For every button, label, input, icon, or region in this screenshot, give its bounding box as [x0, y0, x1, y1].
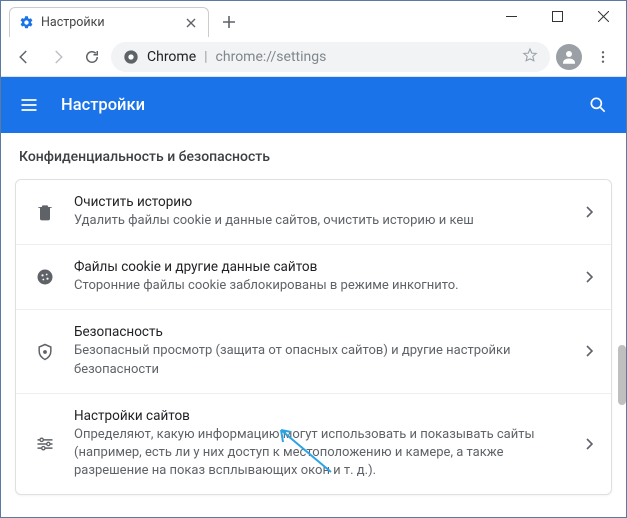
chevron-right-icon — [585, 203, 593, 222]
row-title: Очистить историю — [74, 194, 567, 210]
kebab-menu-icon[interactable] — [588, 42, 618, 72]
row-text: Очистить историю Удалить файлы cookie и … — [74, 194, 567, 230]
section-title: Конфиденциальность и безопасность — [19, 149, 612, 165]
sliders-icon — [34, 434, 56, 454]
hamburger-icon[interactable] — [17, 95, 41, 115]
profile-avatar[interactable] — [554, 42, 584, 72]
trash-icon — [34, 202, 56, 222]
forward-button[interactable] — [43, 42, 73, 72]
chevron-right-icon — [585, 342, 593, 361]
new-tab-button[interactable] — [215, 8, 243, 36]
url-separator: | — [204, 49, 207, 65]
row-clear-history[interactable]: Очистить историю Удалить файлы cookie и … — [16, 180, 611, 244]
cookie-icon — [34, 267, 56, 287]
page-title: Настройки — [61, 96, 586, 115]
chrome-logo-icon — [123, 49, 139, 65]
close-button[interactable] — [580, 1, 626, 31]
privacy-card: Очистить историю Удалить файлы cookie и … — [15, 179, 612, 495]
content-area: Настройки Конфиденциальность и безопасно… — [1, 77, 626, 517]
chevron-right-icon — [585, 435, 593, 454]
row-security[interactable]: Безопасность Безопасный просмотр (защита… — [16, 309, 611, 392]
search-icon[interactable] — [586, 95, 610, 115]
maximize-button[interactable] — [534, 1, 580, 31]
tab-title: Настройки — [41, 15, 177, 30]
gear-icon — [18, 15, 34, 31]
address-bar[interactable]: Chrome | chrome://settings — [111, 42, 550, 72]
browser-window: Настройки — [0, 0, 627, 518]
row-subtitle: Определяют, какую информацию могут испол… — [74, 426, 567, 481]
bookmark-star-icon[interactable] — [522, 47, 538, 67]
tab-settings[interactable]: Настройки — [9, 7, 209, 37]
settings-header: Настройки — [1, 77, 626, 133]
shield-icon — [34, 342, 56, 362]
row-cookies[interactable]: Файлы cookie и другие данные сайтов Стор… — [16, 244, 611, 309]
chevron-right-icon — [585, 268, 593, 287]
row-subtitle: Сторонние файлы cookie заблокированы в р… — [74, 277, 567, 295]
row-title: Безопасность — [74, 324, 567, 340]
url-path: chrome://settings — [216, 49, 327, 65]
row-site-settings[interactable]: Настройки сайтов Определяют, какую инфор… — [16, 393, 611, 495]
back-button[interactable] — [9, 42, 39, 72]
avatar-icon — [556, 44, 582, 70]
reload-button[interactable] — [77, 42, 107, 72]
minimize-button[interactable] — [488, 1, 534, 31]
close-icon[interactable] — [184, 16, 198, 30]
row-text: Файлы cookie и другие данные сайтов Стор… — [74, 259, 567, 295]
row-subtitle: Удалить файлы cookie и данные сайтов, оч… — [74, 212, 567, 230]
row-subtitle: Безопасный просмотр (защита от опасных с… — [74, 342, 567, 378]
settings-page: Конфиденциальность и безопасность Очисти… — [1, 133, 626, 517]
titlebar: Настройки — [1, 1, 626, 37]
toolbar: Chrome | chrome://settings — [1, 37, 626, 77]
row-title: Настройки сайтов — [74, 408, 567, 424]
url-host: Chrome — [147, 49, 196, 65]
row-text: Настройки сайтов Определяют, какую инфор… — [74, 408, 567, 481]
row-title: Файлы cookie и другие данные сайтов — [74, 259, 567, 275]
tab-strip: Настройки — [1, 1, 488, 37]
row-text: Безопасность Безопасный просмотр (защита… — [74, 324, 567, 378]
window-controls — [488, 1, 626, 31]
